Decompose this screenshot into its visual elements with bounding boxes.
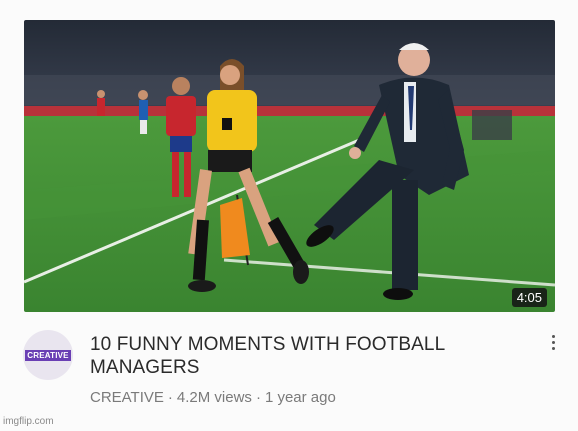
video-title[interactable]: 10 FUNNY MOMENTS WITH FOOTBALL MANAGERS	[90, 333, 520, 379]
thumbnail-image	[24, 20, 555, 312]
menu-dot	[551, 341, 555, 344]
menu-dot	[551, 347, 555, 350]
meta-separator: ·	[167, 389, 173, 406]
video-card: 4:05 CREATIVE 10 FUNNY MOMENTS WITH FOOT…	[0, 0, 578, 431]
channel-avatar[interactable]: CREATIVE	[23, 330, 73, 380]
watermark: imgflip.com	[3, 416, 54, 427]
meta-separator-2: ·	[255, 389, 261, 406]
player-red-1	[97, 90, 105, 116]
duration-badge: 4:05	[511, 288, 547, 307]
channel-name[interactable]: CREATIVE	[90, 389, 164, 406]
menu-dot	[551, 335, 555, 338]
more-vert-icon[interactable]	[543, 333, 563, 357]
video-meta: CREATIVE · 4.2M views · 1 year ago	[90, 389, 336, 406]
view-count: 4.2M views	[176, 389, 252, 406]
video-thumbnail[interactable]: 4:05	[24, 20, 555, 312]
avatar-logo-text: CREATIVE	[25, 349, 71, 361]
upload-age: 1 year ago	[264, 389, 336, 406]
